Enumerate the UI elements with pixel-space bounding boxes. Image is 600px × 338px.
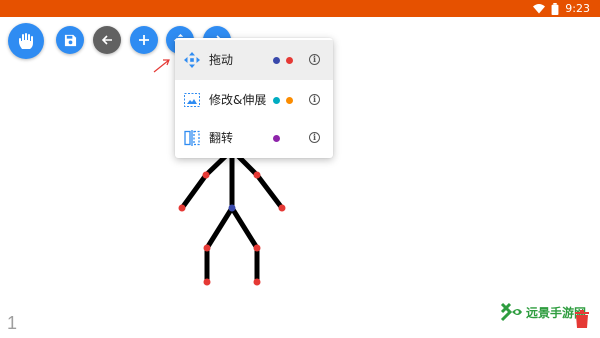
info-icon[interactable]: i xyxy=(309,54,320,65)
arrow-left-icon xyxy=(101,35,112,45)
color-dot xyxy=(286,97,293,104)
menu-item-modify-stretch[interactable]: 修改&伸展 i xyxy=(175,80,333,120)
plus-icon xyxy=(139,35,149,45)
add-button[interactable] xyxy=(130,26,158,54)
watermark-logo-icon xyxy=(500,302,522,322)
color-dot xyxy=(273,135,280,142)
hand-icon xyxy=(19,33,33,49)
save-button[interactable] xyxy=(56,26,84,54)
status-time: 9:23 xyxy=(565,2,590,15)
status-icons: 9:23 xyxy=(533,1,590,16)
wifi-icon xyxy=(533,3,546,13)
menu-item-label: 翻转 xyxy=(209,131,234,145)
flip-icon xyxy=(184,130,200,146)
trash-icon xyxy=(575,310,589,328)
back-button[interactable] xyxy=(93,26,121,54)
color-dot xyxy=(273,57,280,64)
page-number: 1 xyxy=(7,313,18,333)
image-edit-icon xyxy=(184,93,200,107)
menu-item-flip[interactable]: 翻转 i xyxy=(175,118,333,158)
status-bar: 9:23 xyxy=(0,0,600,17)
color-dot xyxy=(286,57,293,64)
trash-button[interactable] xyxy=(575,310,589,332)
floppy-icon xyxy=(64,34,76,46)
annotation-arrow xyxy=(153,59,170,73)
menu-item-label: 修改&伸展 xyxy=(209,93,267,107)
stick-figure[interactable] xyxy=(179,147,285,285)
watermark: 远景手游网 xyxy=(500,300,586,324)
move-icon xyxy=(184,52,200,68)
color-dot xyxy=(273,97,280,104)
info-icon[interactable]: i xyxy=(309,94,320,105)
hand-mode-button[interactable] xyxy=(8,23,44,59)
menu-item-label: 拖动 xyxy=(209,53,234,67)
menu-item-drag[interactable]: 拖动 i xyxy=(175,40,333,80)
tool-menu: 拖动 i 修改&伸展 i 翻转 i xyxy=(175,38,333,158)
battery-icon xyxy=(551,2,559,15)
info-icon[interactable]: i xyxy=(309,132,320,143)
